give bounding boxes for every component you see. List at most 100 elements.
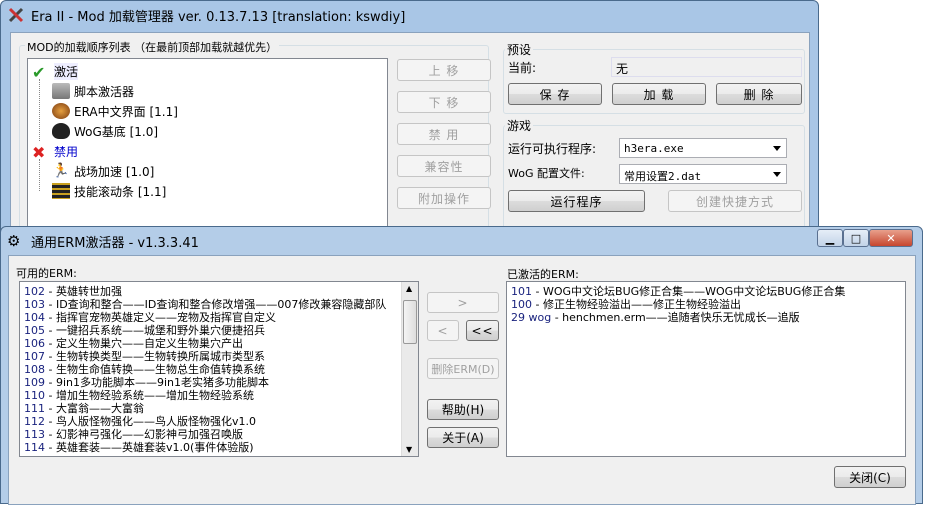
list-item[interactable]: 100 - 修正生物经验溢出——修正生物经验溢出 bbox=[511, 298, 901, 311]
separator: - bbox=[45, 337, 56, 350]
tree-item[interactable]: 脚本激活器 bbox=[52, 81, 134, 101]
remove-all-erm-button[interactable]: << bbox=[466, 320, 499, 341]
tree-item[interactable]: 技能滚动条 [1.1] bbox=[52, 181, 166, 201]
maximize-button[interactable]: □ bbox=[843, 229, 869, 247]
save-preset-button[interactable]: 保 存 bbox=[508, 83, 602, 105]
separator: - bbox=[45, 311, 56, 324]
load-preset-button[interactable]: 加 载 bbox=[612, 83, 706, 105]
list-item[interactable]: 109 - 9in1多功能脚本——9in1老实猪多功能脚本 bbox=[24, 376, 414, 389]
list-item[interactable]: 107 - 生物转换类型——生物转换所属城市类型系 bbox=[24, 350, 414, 363]
list-item[interactable]: 108 - 生物生命值转换——生物总生命值转换系统 bbox=[24, 363, 414, 376]
list-item[interactable]: 111 - 大富翁——大富翁 bbox=[24, 402, 414, 415]
close-button[interactable]: 关闭(C) bbox=[834, 466, 906, 488]
separator: - bbox=[45, 350, 56, 363]
separator: - bbox=[45, 298, 56, 311]
remove-erm-button[interactable]: < bbox=[427, 320, 459, 341]
erm-name: 增加生物经验系统——增加生物经验系统 bbox=[55, 389, 254, 402]
move-down-button[interactable]: 下 移 bbox=[397, 91, 491, 113]
available-items: 102 - 英雄转世加强 103 - ID查询和整合——ID查询和整合修改增强——… bbox=[20, 282, 418, 456]
main-body: MOD的加载顺序列表 （在最前顶部加载就越优先） ✔ 激活 脚本激活器 ERA中文… bbox=[10, 32, 810, 241]
available-erm-list[interactable]: 102 - 英雄转世加强 103 - ID查询和整合——ID查询和整合修改增强——… bbox=[19, 281, 419, 457]
list-item[interactable]: 103 - ID查询和整合——ID查询和整合修改增强——007修改兼容隐藏部队 bbox=[24, 298, 414, 311]
era-emblem-icon bbox=[52, 103, 70, 119]
running-man-icon: 🏃 bbox=[52, 163, 70, 179]
list-item[interactable]: 102 - 英雄转世加强 bbox=[24, 285, 414, 298]
list-item[interactable]: 106 - 定义生物巢穴——自定义生物巢穴产出 bbox=[24, 337, 414, 350]
tree-item[interactable]: ERA中文界面 [1.1] bbox=[52, 101, 178, 121]
list-item[interactable]: 29 wog - henchmen.erm——追随者快乐无忧成长—追版 bbox=[511, 311, 901, 324]
wog-config-value: 常用设置2.dat bbox=[624, 170, 702, 183]
mod-tree[interactable]: ✔ 激活 脚本激活器 ERA中文界面 [1.1] WoG基底 [1.0] ✖ 禁用 … bbox=[27, 58, 388, 230]
group-label: 激活 bbox=[54, 62, 79, 80]
red-x-icon: ✖ bbox=[32, 143, 46, 162]
item-label: 技能滚动条 [1.1] bbox=[74, 184, 167, 199]
mod-manager-window: Era II - Mod 加载管理器 ver. 0.13.7.13 [trans… bbox=[0, 0, 819, 241]
erm-name: 生物生命值转换——生物总生命值转换系统 bbox=[55, 363, 265, 376]
separator: - bbox=[45, 389, 56, 402]
erm-name: 大富翁——大富翁 bbox=[55, 402, 144, 415]
erm-number: 113 bbox=[24, 428, 45, 441]
delete-erm-button[interactable]: 删除ERM(D) bbox=[427, 358, 499, 379]
active-erm-list[interactable]: 101 - WOG中文论坛BUG修正合集——WOG中文论坛BUG修正合集 100 … bbox=[506, 281, 906, 457]
list-item[interactable]: 104 - 指挥官宠物英雄定义——宠物及指挥官自定义 bbox=[24, 311, 414, 324]
list-item[interactable]: 114 - 英雄套装——英雄套装v1.0(事件体验版) bbox=[24, 441, 414, 454]
about-button[interactable]: 关于(A) bbox=[427, 427, 499, 448]
delete-preset-button[interactable]: 删 除 bbox=[716, 83, 802, 105]
separator: - bbox=[532, 285, 543, 298]
erm-name: 一键招兵系统——城堡和野外巢穴便捷招兵 bbox=[55, 324, 265, 337]
create-shortcut-button[interactable]: 创建快捷方式 bbox=[668, 190, 802, 212]
erm-body: 可用的ERM: 102 - 英雄转世加强 103 - ID查询和整合——ID查询和… bbox=[8, 255, 916, 505]
scroll-down-icon[interactable]: ▼ bbox=[406, 445, 412, 454]
wog-config-label: WoG 配置文件: bbox=[508, 167, 585, 180]
checkmark-icon: ✔ bbox=[32, 63, 46, 82]
dropdown-arrow-icon bbox=[773, 146, 781, 155]
erm-name: 修正生物经验溢出——修正生物经验溢出 bbox=[542, 298, 741, 311]
available-erm-label: 可用的ERM: bbox=[16, 267, 77, 280]
move-up-button[interactable]: 上 移 bbox=[397, 59, 491, 81]
separator: - bbox=[551, 311, 563, 324]
erm-name: 鸟人版怪物强化——鸟人版怪物强化v1.0 bbox=[55, 415, 256, 428]
extra-actions-button[interactable]: 附加操作 bbox=[397, 187, 491, 209]
item-label: WoG基底 [1.0] bbox=[74, 124, 159, 139]
erm-number: 114 bbox=[24, 441, 45, 454]
add-erm-button[interactable]: > bbox=[427, 292, 499, 313]
tree-group-disabled[interactable]: ✖ 禁用 bbox=[32, 141, 78, 162]
tree-group-active[interactable]: ✔ 激活 bbox=[32, 61, 79, 82]
minimize-button[interactable]: ▁ bbox=[817, 229, 843, 247]
erm-name: 9in1多功能脚本——9in1老实猪多功能脚本 bbox=[55, 376, 270, 389]
erm-number: 108 bbox=[24, 363, 45, 376]
list-item[interactable]: 101 - WOG中文论坛BUG修正合集——WOG中文论坛BUG修正合集 bbox=[511, 285, 901, 298]
erm-number: 101 bbox=[511, 285, 532, 298]
erm-name: 英雄转世加强 bbox=[55, 285, 122, 298]
wog-eye-icon bbox=[52, 123, 70, 139]
item-label: ERA中文界面 [1.1] bbox=[74, 104, 178, 119]
erm-number: 112 bbox=[24, 415, 45, 428]
scrollbar-thumb[interactable] bbox=[403, 300, 417, 344]
compatibility-button[interactable]: 兼容性 bbox=[397, 155, 491, 177]
exe-select[interactable]: h3era.exe bbox=[619, 138, 787, 158]
disable-button[interactable]: 禁 用 bbox=[397, 123, 491, 145]
scroll-up-icon[interactable]: ▲ bbox=[406, 284, 412, 293]
close-window-button[interactable]: ✕ bbox=[869, 229, 913, 247]
erm-number: 107 bbox=[24, 350, 45, 363]
scrollbar[interactable]: ▲ ▼ bbox=[401, 282, 418, 456]
separator: - bbox=[45, 376, 56, 389]
window-title: Era II - Mod 加载管理器 ver. 0.13.7.13 [trans… bbox=[31, 9, 406, 25]
current-preset-label: 当前: bbox=[508, 61, 537, 75]
item-label: 脚本激活器 bbox=[74, 84, 135, 99]
tools-icon bbox=[8, 7, 24, 23]
erm-number: 105 bbox=[24, 324, 45, 337]
list-item[interactable]: 110 - 增加生物经验系统——增加生物经验系统 bbox=[24, 389, 414, 402]
tree-item[interactable]: 🏃 战场加速 [1.0] bbox=[52, 161, 154, 181]
help-button[interactable]: 帮助(H) bbox=[427, 399, 499, 420]
list-item[interactable]: 105 - 一键招兵系统——城堡和野外巢穴便捷招兵 bbox=[24, 324, 414, 337]
erm-name: 幻影神弓强化——幻影神弓加强召唤版 bbox=[55, 428, 243, 441]
list-item[interactable]: 113 - 幻影神弓强化——幻影神弓加强召唤版 bbox=[24, 428, 414, 441]
title-bar: Era II - Mod 加载管理器 ver. 0.13.7.13 [trans… bbox=[1, 1, 818, 29]
active-erm-label: 已激活的ERM: bbox=[507, 268, 579, 281]
exe-label: 运行可执行程序: bbox=[508, 142, 597, 156]
tree-item[interactable]: WoG基底 [1.0] bbox=[52, 121, 158, 141]
list-item[interactable]: 112 - 鸟人版怪物强化——鸟人版怪物强化v1.0 bbox=[24, 415, 414, 428]
run-game-button[interactable]: 运行程序 bbox=[508, 190, 645, 212]
wog-config-select[interactable]: 常用设置2.dat bbox=[619, 164, 787, 184]
